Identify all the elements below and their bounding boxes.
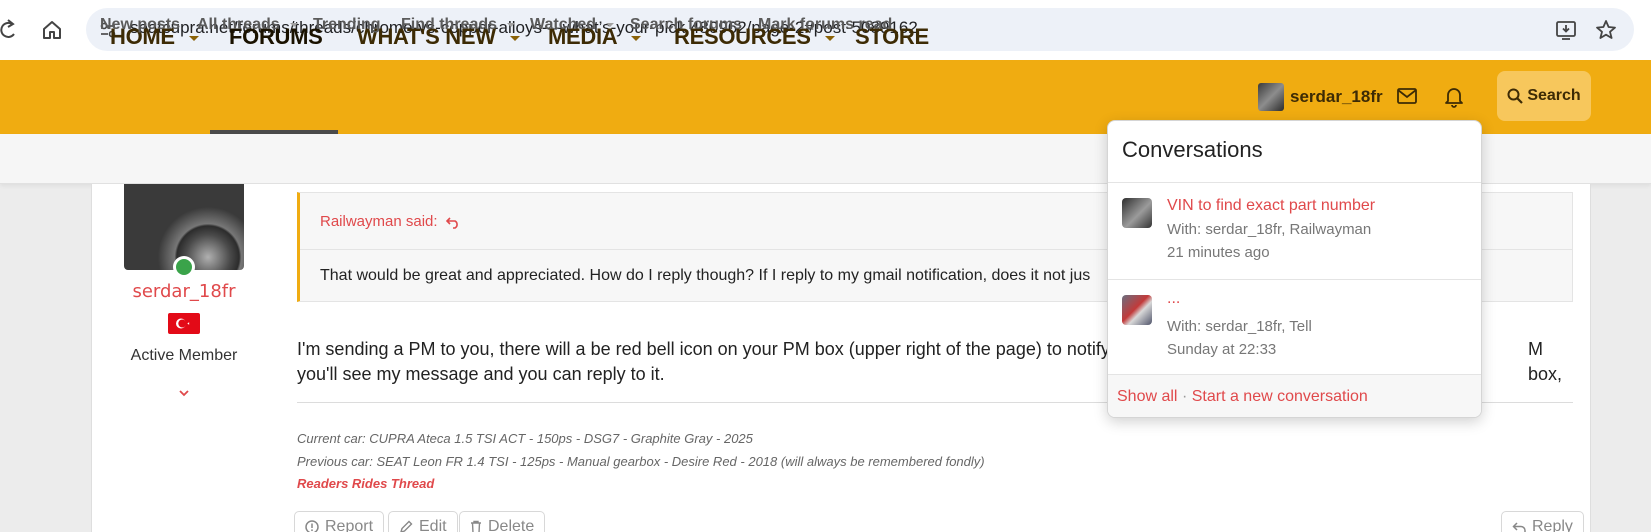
edit-label: Edit: [419, 518, 447, 532]
conversation-subject[interactable]: ...: [1167, 290, 1180, 308]
conversation-subject[interactable]: VIN to find exact part number: [1167, 197, 1375, 215]
account-username: serdar_18fr: [1290, 87, 1383, 106]
footer-separator: ·: [1181, 388, 1188, 405]
install-app-icon[interactable]: [1554, 18, 1578, 42]
conversation-participants: With: serdar_18fr, Railwayman: [1167, 221, 1372, 238]
avatar: [1258, 83, 1284, 111]
search-button-label: Search: [1527, 87, 1581, 104]
nav-forums[interactable]: FORUMS: [229, 0, 323, 74]
subnav-watched[interactable]: Watched: [530, 16, 615, 34]
chevron-down-icon[interactable]: [188, 35, 199, 41]
turkey-flag-icon: [168, 313, 200, 334]
reply-button[interactable]: Reply: [1501, 511, 1584, 532]
home-icon[interactable]: [40, 18, 64, 42]
conversations-popup: Conversations VIN to find exact part num…: [1107, 120, 1482, 418]
signature-current-car: Current car: CUPRA Ateca 1.5 TSI ACT - 1…: [297, 431, 753, 446]
nav-whats-new[interactable]: WHAT'S NEW: [357, 0, 520, 74]
online-dot: [176, 259, 192, 275]
delete-label: Delete: [488, 518, 535, 532]
subnav-label: Find threads: [401, 16, 498, 33]
nav-resources[interactable]: RESOURCES: [674, 0, 835, 74]
search-icon: [1507, 88, 1524, 104]
conversations-footer: Show all · Start a new conversation: [1108, 374, 1481, 417]
reply-label: Reply: [1532, 518, 1573, 532]
nav-store[interactable]: STORE: [855, 0, 929, 74]
conversation-participants: With: serdar_18fr, Tell: [1167, 318, 1312, 335]
bookmark-star-icon[interactable]: [1594, 18, 1618, 42]
report-icon: [305, 520, 319, 532]
subnav-label: Watched: [530, 16, 597, 33]
poster-username[interactable]: serdar_18fr: [124, 281, 244, 302]
chevron-down-icon[interactable]: [631, 35, 642, 41]
conversation-item[interactable]: VIN to find exact part number With: serd…: [1108, 183, 1481, 279]
quote-author: Railwayman said:: [320, 213, 438, 230]
conversations-footer-links: Show all · Start a new conversation: [1117, 388, 1368, 406]
chevron-down-icon[interactable]: [507, 23, 516, 27]
subnav-new-posts[interactable]: New posts: [100, 16, 180, 34]
post-body-line: I'm sending a PM to you, there will a be…: [297, 339, 1124, 359]
chevron-down-icon[interactable]: [824, 35, 835, 41]
conversations-title: Conversations: [1122, 137, 1263, 162]
subnav-label: New posts: [100, 16, 181, 33]
report-label: Report: [325, 518, 374, 532]
subnav-mark-forums-read[interactable]: Mark forums read: [758, 16, 892, 34]
search-button[interactable]: Search: [1497, 71, 1591, 121]
avatar: [1122, 198, 1152, 228]
delete-button[interactable]: Delete: [459, 511, 546, 532]
chevron-down-icon[interactable]: [509, 35, 520, 41]
poster-user-title: Active Member: [130, 347, 238, 364]
online-status-icon: [173, 256, 195, 278]
subnav-label: Trending: [313, 16, 381, 33]
conversation-time: Sunday at 22:33: [1167, 341, 1277, 358]
subnav-label: All threads: [197, 16, 280, 33]
reply-icon: [1512, 522, 1526, 532]
chevron-down-icon[interactable]: [606, 23, 615, 27]
trash-icon: [471, 520, 481, 532]
subnav-all-threads[interactable]: All threads: [197, 16, 298, 34]
start-new-conversation-link[interactable]: Start a new conversation: [1192, 388, 1368, 405]
signature-link[interactable]: Readers Rides Thread: [297, 476, 434, 491]
quote-attribution[interactable]: Railwayman said:: [320, 213, 461, 230]
chevron-down-icon[interactable]: [178, 388, 190, 398]
jump-to-quote-icon[interactable]: [445, 215, 461, 229]
subnav-label: Mark forums read: [758, 16, 893, 33]
account-menu[interactable]: serdar_18fr: [1258, 82, 1383, 112]
subnav-search-forums[interactable]: Search forums: [630, 16, 742, 34]
quote-text: That would be great and appreciated. How…: [320, 267, 1091, 284]
mail-icon[interactable]: [1396, 86, 1418, 106]
subnav-find-threads[interactable]: Find threads: [401, 16, 516, 34]
subnav-trending[interactable]: Trending: [313, 16, 381, 34]
nav-home[interactable]: HOME: [110, 0, 199, 74]
pencil-icon: [400, 520, 413, 532]
chevron-down-icon[interactable]: [289, 23, 298, 27]
bell-icon[interactable]: [1443, 84, 1465, 108]
nav-media[interactable]: MEDIA: [548, 0, 642, 74]
show-all-link[interactable]: Show all: [1117, 388, 1177, 405]
subnav-label: Search forums: [630, 16, 743, 33]
conversation-time: 21 minutes ago: [1167, 244, 1270, 261]
edit-button[interactable]: Edit: [388, 511, 458, 532]
post-body-line-tail: M box,: [1528, 339, 1563, 384]
conversation-item[interactable]: ... With: serdar_18fr, Tell Sunday at 22…: [1108, 280, 1481, 376]
signature-previous-car: Previous car: SEAT Leon FR 1.4 TSI - 125…: [297, 454, 985, 469]
reload-icon[interactable]: [0, 19, 18, 41]
report-button[interactable]: Report: [294, 511, 385, 532]
avatar: [1122, 295, 1152, 325]
